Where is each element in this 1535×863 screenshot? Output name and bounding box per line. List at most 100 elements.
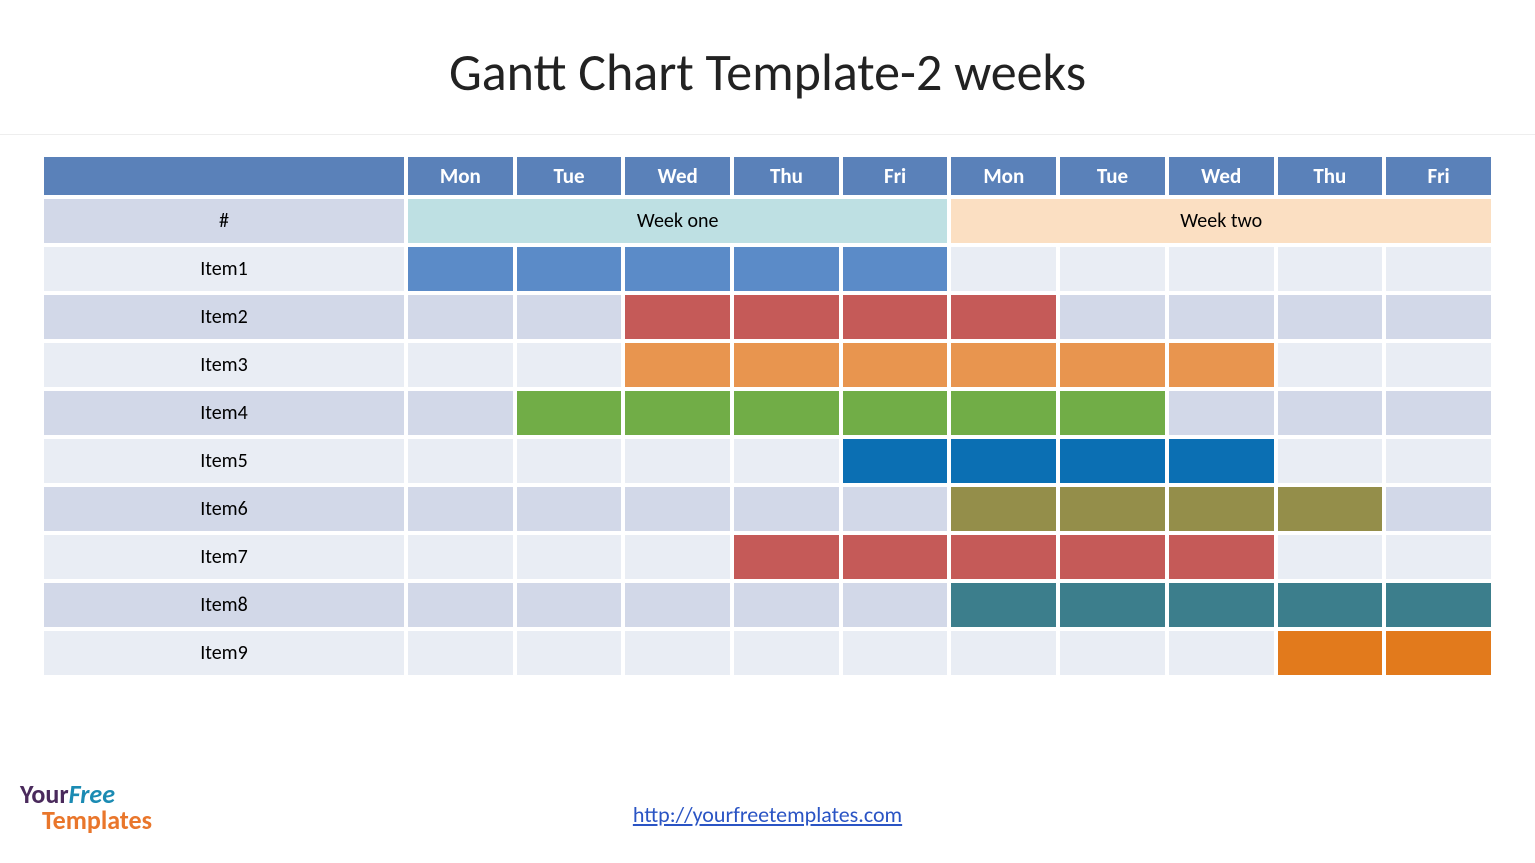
gantt-cell (951, 439, 1056, 483)
gantt-cell (1169, 535, 1274, 579)
gantt-cell (951, 487, 1056, 531)
gantt-cell (625, 535, 730, 579)
gantt-cell (408, 535, 513, 579)
gantt-cell (1278, 343, 1383, 387)
gantt-cell (408, 631, 513, 675)
header-day: Wed (625, 157, 730, 195)
gantt-cell (1169, 391, 1274, 435)
gantt-cell (625, 247, 730, 291)
gantt-cell (1386, 391, 1491, 435)
gantt-cell (843, 631, 948, 675)
week-label: Week two (951, 199, 1491, 243)
gantt-cell (408, 343, 513, 387)
gantt-cell (734, 535, 839, 579)
gantt-chart: MonTueWedThuFriMonTueWedThuFri#Week oneW… (0, 135, 1535, 689)
gantt-cell (517, 343, 622, 387)
gantt-cell (951, 247, 1056, 291)
gantt-cell (843, 295, 948, 339)
header-day: Mon (408, 157, 513, 195)
gantt-cell (1278, 583, 1383, 627)
gantt-cell (734, 631, 839, 675)
header-day: Wed (1169, 157, 1274, 195)
gantt-cell (843, 583, 948, 627)
gantt-cell (517, 247, 622, 291)
gantt-cell (1060, 295, 1165, 339)
gantt-cell (1169, 439, 1274, 483)
header-day: Thu (1278, 157, 1383, 195)
gantt-cell (1060, 631, 1165, 675)
gantt-cell (843, 391, 948, 435)
gantt-cell (951, 535, 1056, 579)
gantt-cell (517, 535, 622, 579)
gantt-cell (1169, 631, 1274, 675)
gantt-cell (517, 487, 622, 531)
item-label: Item1 (44, 247, 404, 291)
gantt-cell (1386, 247, 1491, 291)
gantt-cell (625, 583, 730, 627)
gantt-cell (843, 487, 948, 531)
header-blank (44, 157, 404, 195)
gantt-cell (1060, 343, 1165, 387)
header-day: Fri (843, 157, 948, 195)
gantt-cell (734, 247, 839, 291)
gantt-cell (734, 583, 839, 627)
gantt-cell (1386, 487, 1491, 531)
gantt-cell (734, 343, 839, 387)
gantt-cell (843, 247, 948, 291)
item-label: Item3 (44, 343, 404, 387)
gantt-cell (951, 583, 1056, 627)
header-day: Tue (1060, 157, 1165, 195)
hash-cell: # (44, 199, 404, 243)
gantt-cell (517, 631, 622, 675)
gantt-table: MonTueWedThuFriMonTueWedThuFri#Week oneW… (40, 153, 1495, 679)
gantt-cell (517, 295, 622, 339)
page-title: Gantt Chart Template-2 weeks (0, 0, 1535, 135)
item-label: Item8 (44, 583, 404, 627)
gantt-cell (625, 391, 730, 435)
gantt-cell (408, 487, 513, 531)
item-label: Item7 (44, 535, 404, 579)
gantt-cell (625, 631, 730, 675)
gantt-cell (517, 583, 622, 627)
header-day: Thu (734, 157, 839, 195)
gantt-cell (408, 439, 513, 483)
item-label: Item4 (44, 391, 404, 435)
gantt-cell (517, 439, 622, 483)
gantt-cell (625, 439, 730, 483)
gantt-cell (408, 295, 513, 339)
gantt-cell (1169, 343, 1274, 387)
gantt-cell (734, 295, 839, 339)
gantt-cell (1169, 583, 1274, 627)
gantt-cell (1169, 295, 1274, 339)
gantt-cell (408, 391, 513, 435)
header-day: Mon (951, 157, 1056, 195)
gantt-cell (1386, 583, 1491, 627)
gantt-cell (843, 439, 948, 483)
gantt-cell (1060, 439, 1165, 483)
gantt-cell (1060, 535, 1165, 579)
gantt-cell (843, 343, 948, 387)
gantt-cell (1278, 439, 1383, 483)
gantt-cell (1278, 247, 1383, 291)
gantt-cell (1278, 631, 1383, 675)
item-label: Item6 (44, 487, 404, 531)
gantt-cell (843, 535, 948, 579)
gantt-cell (951, 343, 1056, 387)
gantt-cell (1060, 391, 1165, 435)
item-label: Item2 (44, 295, 404, 339)
gantt-cell (1278, 391, 1383, 435)
gantt-cell (1169, 487, 1274, 531)
gantt-cell (1386, 439, 1491, 483)
gantt-cell (408, 247, 513, 291)
footer-link[interactable]: http://yourfreetemplates.com (633, 801, 902, 828)
gantt-cell (1386, 535, 1491, 579)
gantt-cell (1060, 583, 1165, 627)
gantt-cell (1278, 295, 1383, 339)
gantt-cell (734, 439, 839, 483)
gantt-cell (1386, 343, 1491, 387)
header-day: Fri (1386, 157, 1491, 195)
gantt-cell (625, 295, 730, 339)
item-label: Item5 (44, 439, 404, 483)
gantt-cell (625, 343, 730, 387)
header-day: Tue (517, 157, 622, 195)
